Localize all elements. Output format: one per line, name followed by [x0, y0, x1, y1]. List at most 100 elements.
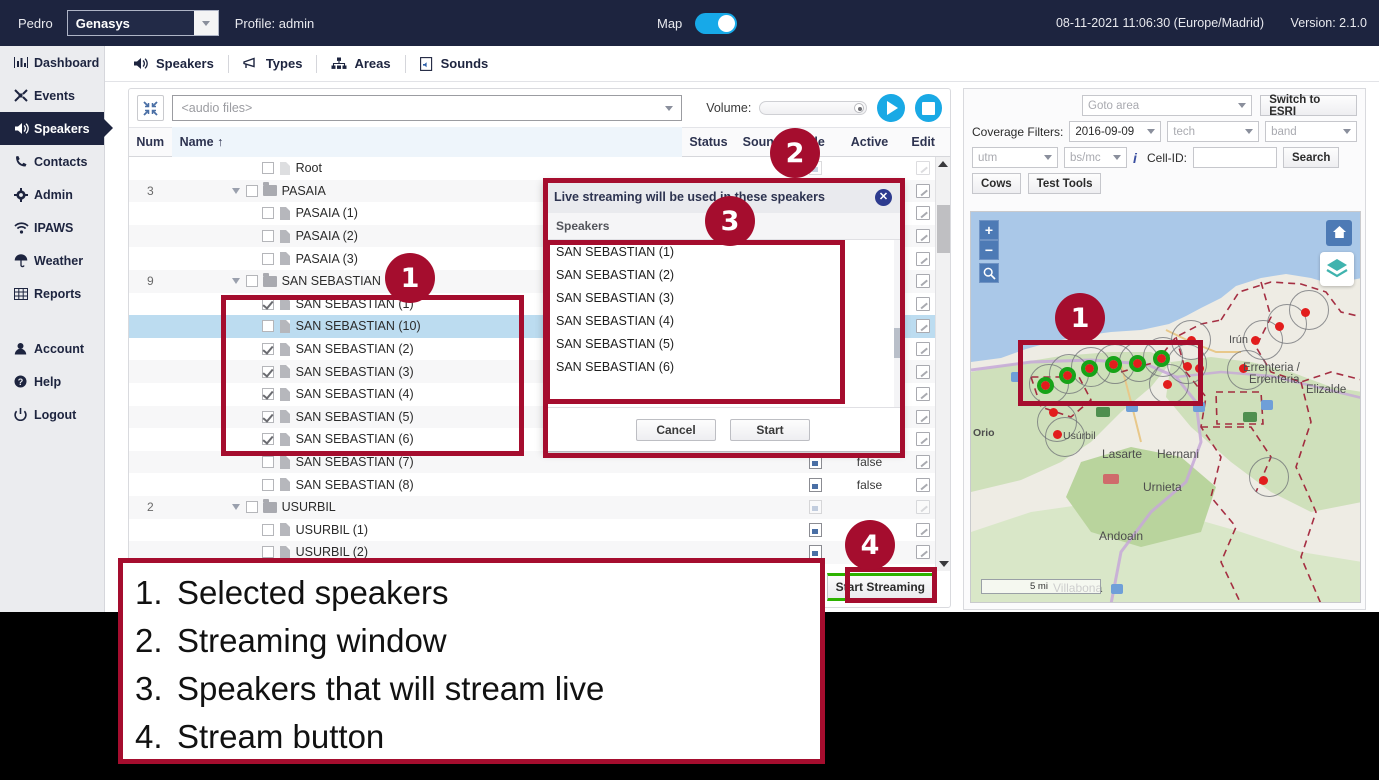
- layers-icon: [1325, 257, 1349, 282]
- home-icon: [1332, 225, 1347, 242]
- table-row[interactable]: USURBIL (1): [129, 519, 950, 542]
- sidebar-item-account[interactable]: Account: [0, 332, 104, 365]
- list-scrollbar[interactable]: [935, 157, 950, 571]
- cell-file[interactable]: [789, 500, 843, 515]
- row-checkbox[interactable]: [261, 523, 274, 536]
- row-checkbox[interactable]: [245, 501, 258, 514]
- column-header-status[interactable]: Status: [682, 127, 736, 157]
- table-row[interactable]: 2 USURBIL: [129, 495, 950, 519]
- bsmc-select[interactable]: bs/mc: [1064, 147, 1127, 168]
- switch-to-esri-button[interactable]: Switch to ESRI: [1260, 94, 1357, 118]
- organization-select[interactable]: Genasys: [66, 10, 219, 36]
- document-icon: [279, 161, 290, 175]
- map-toggle-switch[interactable]: [695, 12, 737, 34]
- scrollbar-thumb[interactable]: [937, 205, 950, 253]
- band-select[interactable]: band: [1265, 121, 1357, 142]
- chevron-down-icon[interactable]: [193, 11, 218, 35]
- sidebar-item-speakers[interactable]: Speakers: [0, 112, 113, 145]
- sidebar-item-events[interactable]: Events: [0, 79, 104, 112]
- tab-sounds[interactable]: Sounds: [406, 56, 503, 71]
- chevron-down-icon: [1238, 103, 1247, 108]
- row-checkbox[interactable]: [261, 207, 274, 220]
- cows-button[interactable]: Cows: [972, 173, 1021, 194]
- annotation-legend: 1. Selected speakers 2. Streaming window…: [118, 558, 825, 764]
- cell-id-input[interactable]: [1193, 147, 1278, 168]
- row-name-label: SAN SEBASTIAN: [281, 274, 381, 289]
- map-terrain: [971, 212, 1360, 602]
- map-place-label: Hernani: [1157, 447, 1200, 461]
- map-place-label: Lasarte: [1102, 447, 1143, 461]
- table-row[interactable]: Root: [129, 157, 950, 180]
- row-checkbox[interactable]: [261, 478, 274, 491]
- tab-types[interactable]: Types: [229, 56, 317, 71]
- map-toolbar-row-3: utm bs/mc i Cell-ID: Search: [972, 147, 1357, 168]
- sidebar-item-ipaws[interactable]: IPAWS: [0, 211, 104, 244]
- legend-list: 1. Selected speakers 2. Streaming window…: [135, 569, 808, 761]
- scroll-down-arrow[interactable]: [936, 557, 951, 571]
- tab-speakers[interactable]: Speakers: [119, 56, 228, 71]
- row-checkbox[interactable]: [261, 252, 274, 265]
- datetime-label: 08-11-2021 11:06:30 (Europe/Madrid): [1055, 16, 1264, 30]
- cell-file[interactable]: [789, 477, 843, 492]
- tree-twisty-icon[interactable]: [228, 278, 244, 285]
- edit-icon: [916, 432, 931, 447]
- search-button[interactable]: Search: [1283, 147, 1340, 168]
- tech-select[interactable]: tech: [1167, 121, 1260, 142]
- map-search-button[interactable]: [979, 263, 999, 283]
- tab-areas[interactable]: Areas: [317, 56, 404, 71]
- row-checkbox[interactable]: [261, 546, 274, 559]
- row-checkbox[interactable]: [261, 162, 274, 175]
- sidebar-item-admin[interactable]: Admin: [0, 178, 104, 211]
- play-button[interactable]: [877, 94, 905, 122]
- stop-button[interactable]: [914, 94, 942, 122]
- sidebar-item-dashboard[interactable]: Dashboard: [0, 46, 104, 79]
- coverage-date-select[interactable]: 2016-09-09: [1069, 121, 1162, 142]
- test-tools-button[interactable]: Test Tools: [1027, 173, 1102, 194]
- sidebar-item-logout[interactable]: Logout: [0, 398, 104, 431]
- cell-id-label: Cell-ID:: [1147, 150, 1188, 165]
- annotation-badge-1: 1: [385, 253, 435, 303]
- edit-icon: [916, 409, 931, 424]
- edit-icon: [916, 206, 931, 221]
- map-home-button[interactable]: [1326, 220, 1352, 246]
- edit-icon: [916, 296, 931, 311]
- sidebar-item-reports[interactable]: Reports: [0, 277, 104, 310]
- volume-slider[interactable]: [759, 101, 868, 115]
- column-header-active[interactable]: Active: [843, 127, 897, 157]
- goto-area-select[interactable]: Goto area: [1082, 95, 1253, 116]
- row-name-label: PASAIA (1): [295, 206, 358, 221]
- row-checkbox[interactable]: [245, 275, 258, 288]
- annotation-badge-1-map: 1: [1055, 293, 1105, 343]
- map-layers-button[interactable]: [1320, 252, 1354, 286]
- scroll-up-arrow[interactable]: [936, 157, 950, 171]
- audio-files-select[interactable]: <audio files>: [172, 95, 683, 121]
- cell-num: 9: [146, 274, 154, 289]
- speaker-icon: [133, 57, 149, 70]
- legend-item: 2. Streaming window: [135, 617, 808, 665]
- legend-text: Speakers that will stream live: [177, 670, 605, 707]
- annotation-highlight-1-speakers: [221, 295, 524, 456]
- sidebar-item-contacts[interactable]: Contacts: [0, 145, 104, 178]
- collapse-icon[interactable]: [137, 95, 165, 121]
- utm-select[interactable]: utm: [972, 147, 1058, 168]
- sidebar-item-help[interactable]: ? Help: [0, 365, 104, 398]
- cell-file[interactable]: [789, 522, 843, 537]
- content-tabs: Speakers Types Areas Sounds: [105, 46, 1379, 82]
- tab-label: Speakers: [156, 56, 214, 71]
- tree-twisty-icon[interactable]: [228, 187, 244, 194]
- map-canvas[interactable]: Orio Usúrbil Lasarte Hernani Urnieta And…: [970, 211, 1361, 603]
- column-header-edit[interactable]: Edit: [896, 127, 950, 157]
- row-name-label: Root: [295, 161, 322, 176]
- zoom-in-button[interactable]: +: [979, 220, 999, 240]
- row-checkbox[interactable]: [245, 184, 258, 197]
- table-row[interactable]: SAN SEBASTIAN (8) false: [129, 473, 950, 496]
- row-checkbox[interactable]: [261, 230, 274, 243]
- volume-slider-knob[interactable]: [854, 103, 865, 113]
- column-header-num[interactable]: Num: [129, 127, 172, 157]
- sidebar-item-weather[interactable]: Weather: [0, 244, 104, 277]
- zoom-out-button[interactable]: −: [979, 240, 999, 260]
- column-header-name[interactable]: Name ↑: [171, 127, 682, 157]
- info-icon[interactable]: i: [1127, 150, 1143, 166]
- tree-twisty-icon[interactable]: [228, 504, 244, 511]
- row-checkbox[interactable]: [261, 456, 274, 469]
